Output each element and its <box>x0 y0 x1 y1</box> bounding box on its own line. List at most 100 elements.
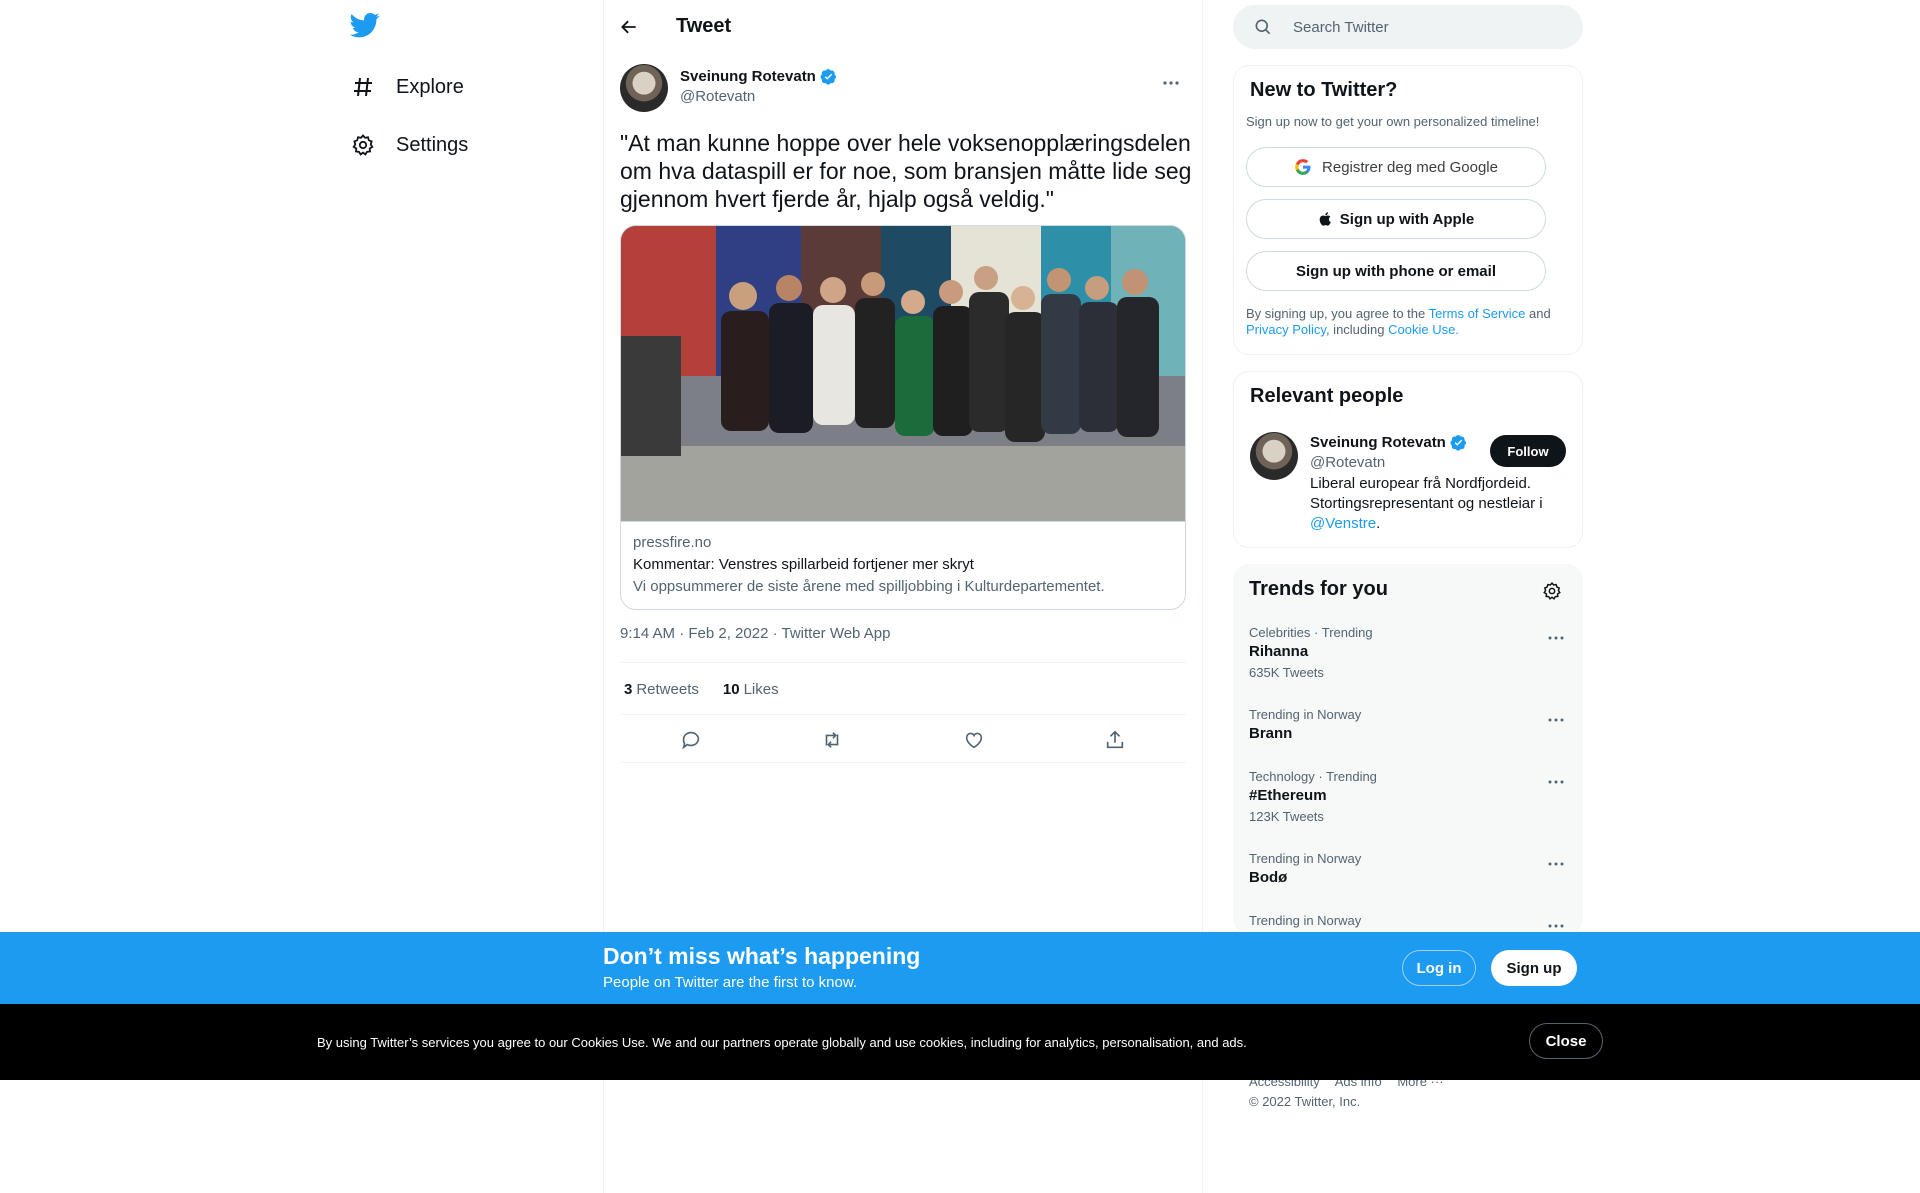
trend-context: Technology · Trending <box>1249 769 1377 784</box>
relevant-bio: Liberal europear frå Nordfjordeid. Stort… <box>1310 474 1570 534</box>
venstre-link[interactable]: @Venstre <box>1310 515 1376 532</box>
tweet-meta[interactable]: 9:14 AM · Feb 2, 2022 · Twitter Web App <box>620 625 890 642</box>
trends-settings-button[interactable] <box>1537 576 1567 606</box>
retweet-icon <box>825 732 839 748</box>
cookie-link[interactable]: Cookie Use. <box>1388 322 1459 337</box>
cookie-banner: By using Twitter’s services you agree to… <box>0 1004 1920 1080</box>
legal-text: By signing up, you agree to the <box>1246 306 1429 321</box>
nav-explore[interactable]: Explore <box>350 63 464 111</box>
new-to-twitter-title: New to Twitter? <box>1250 79 1398 101</box>
search-bar[interactable] <box>1233 5 1583 49</box>
author-name-row[interactable]: Sveinung Rotevatn <box>680 68 837 85</box>
gear-icon <box>1543 581 1561 600</box>
divider <box>620 714 1186 715</box>
trend-context: Trending in Norway <box>1249 707 1362 722</box>
more-options-button[interactable] <box>1156 68 1186 98</box>
retweets-stat[interactable]: 3 Retweets <box>620 681 699 698</box>
ellipsis-icon <box>1548 780 1564 784</box>
google-signup-label: Registrer deg med Google <box>1322 158 1498 176</box>
trend-more-button[interactable] <box>1543 851 1569 877</box>
retweet-button[interactable] <box>814 722 850 758</box>
share-button[interactable] <box>1097 722 1133 758</box>
link-card[interactable]: pressfire.no Kommentar: Venstres spillar… <box>620 225 1186 610</box>
nav-settings[interactable]: Settings <box>350 121 468 169</box>
nav-explore-label: Explore <box>396 75 464 98</box>
avatar[interactable] <box>620 64 668 112</box>
twitter-bird-icon[interactable] <box>349 10 382 42</box>
apple-signup-label: Sign up with Apple <box>1339 210 1475 228</box>
reply-button[interactable] <box>673 722 709 758</box>
signup-legal: By signing up, you agree to the Terms of… <box>1246 306 1566 338</box>
phone-email-signup-button[interactable]: Sign up with phone or email <box>1246 251 1546 291</box>
tweet-text: "At man kunne hoppe over hele voksenoppl… <box>620 130 1192 212</box>
trend-context: Trending in Norway <box>1249 913 1362 928</box>
relevant-people-panel: Relevant people Sveinung Rotevatn @Rotev… <box>1233 371 1583 548</box>
tweet-header: Tweet <box>604 0 1202 53</box>
avatar[interactable] <box>1250 432 1298 480</box>
relevant-handle[interactable]: @Rotevatn <box>1310 454 1385 471</box>
search-input[interactable] <box>1293 18 1553 36</box>
card-title: Kommentar: Venstres spillarbeid fortjene… <box>633 556 974 573</box>
login-button[interactable]: Log in <box>1402 950 1476 986</box>
likes-stat[interactable]: 10 Likes <box>719 681 779 698</box>
divider <box>620 762 1186 763</box>
terms-link[interactable]: Terms of Service <box>1429 306 1526 321</box>
trend-name: #Ethereum <box>1249 787 1327 804</box>
trend-item[interactable]: Technology · Trending #Ethereum 123K Twe… <box>1249 769 1569 824</box>
cookie-text: By using Twitter’s services you agree to… <box>317 1035 1247 1050</box>
likes-label: Likes <box>743 680 779 698</box>
card-image <box>621 226 1185 522</box>
trend-count: 123K Tweets <box>1249 809 1324 824</box>
trend-count: 635K Tweets <box>1249 665 1324 680</box>
bio-text: Liberal europear frå Nordfjordeid. Stort… <box>1310 475 1543 512</box>
reply-icon <box>682 731 699 750</box>
new-to-twitter-panel: New to Twitter? Sign up now to get your … <box>1233 65 1583 355</box>
share-icon <box>1107 730 1124 749</box>
close-button[interactable]: Close <box>1529 1023 1603 1059</box>
back-button[interactable] <box>612 10 646 44</box>
google-signup-button[interactable]: Registrer deg med Google <box>1246 147 1546 187</box>
arrow-left-icon <box>621 20 636 34</box>
trend-context: Celebrities · Trending <box>1249 625 1373 640</box>
google-icon <box>1295 159 1311 175</box>
heart-icon <box>965 732 982 749</box>
trend-item[interactable]: Trending in Norway Bodø <box>1249 851 1569 886</box>
tweet-author: Sveinung Rotevatn @Rotevatn <box>620 64 1186 114</box>
apple-signup-button[interactable]: Sign up with Apple <box>1246 199 1546 239</box>
card-domain: pressfire.no <box>633 534 712 551</box>
signup-banner: Don’t miss what’s happening People on Tw… <box>0 932 1920 1004</box>
ellipsis-icon <box>1548 636 1564 640</box>
trend-item[interactable]: Celebrities · Trending Rihanna 635K Twee… <box>1249 625 1569 680</box>
divider <box>620 662 1186 663</box>
author-handle[interactable]: @Rotevatn <box>680 88 755 105</box>
ellipsis-icon <box>1548 924 1564 928</box>
relevant-name-row[interactable]: Sveinung Rotevatn <box>1310 434 1467 451</box>
retweets-count: 3 <box>624 680 633 698</box>
trend-item[interactable]: Trending in Norway Brann <box>1249 707 1569 742</box>
nav-settings-label: Settings <box>396 133 469 156</box>
signup-button[interactable]: Sign up <box>1491 950 1577 986</box>
author-name: Sveinung Rotevatn <box>680 68 816 85</box>
bio-end: . <box>1376 515 1381 532</box>
relevant-people-title: Relevant people <box>1250 385 1404 407</box>
trend-more-button[interactable] <box>1543 707 1569 733</box>
footer-copyright: © 2022 Twitter, Inc. <box>1249 1094 1361 1109</box>
like-button[interactable] <box>956 722 992 758</box>
trend-more-button[interactable] <box>1543 769 1569 795</box>
phone-email-signup-label: Sign up with phone or email <box>1295 262 1496 280</box>
gear-icon <box>350 132 376 158</box>
page-title: Tweet <box>676 15 732 37</box>
ellipsis-icon <box>1163 81 1179 85</box>
privacy-link[interactable]: Privacy Policy <box>1246 322 1326 337</box>
tweet-stats: 3 Retweets 10 Likes <box>620 676 799 702</box>
legal-text: and <box>1525 306 1551 321</box>
trend-more-button[interactable] <box>1543 625 1569 651</box>
signup-banner-subtitle: People on Twitter are the first to know. <box>603 974 858 991</box>
apple-icon <box>1319 212 1331 226</box>
follow-button[interactable]: Follow <box>1490 435 1566 467</box>
card-description: Vi oppsummerer de siste årene med spillj… <box>633 578 1105 595</box>
trend-item[interactable]: Trending in Norway <box>1249 913 1569 928</box>
trend-context: Trending in Norway <box>1249 851 1362 866</box>
relevant-name: Sveinung Rotevatn <box>1310 434 1446 451</box>
trends-title: Trends for you <box>1249 578 1388 600</box>
